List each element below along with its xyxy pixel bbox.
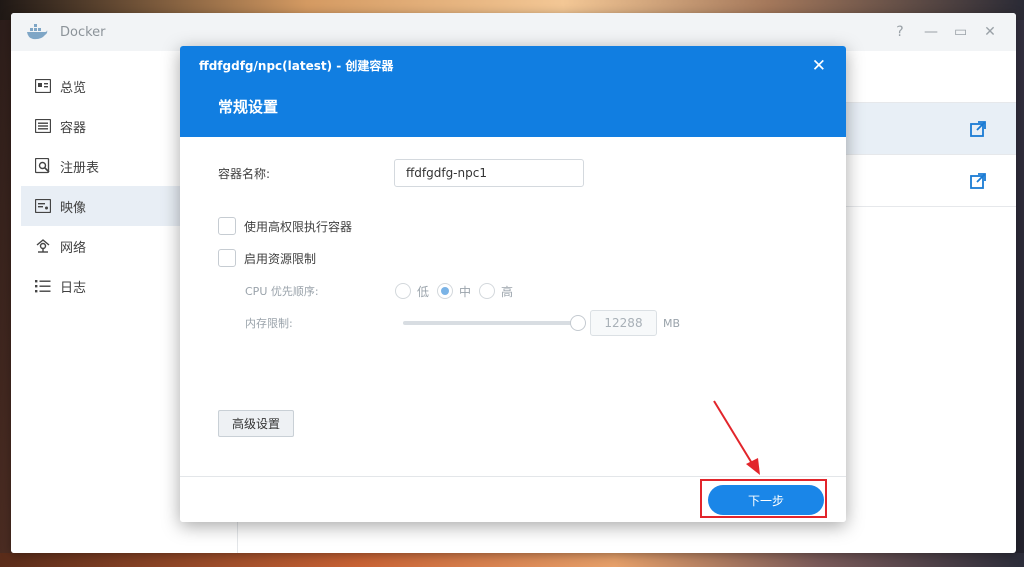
sidebar-item-label: 网络	[60, 240, 87, 256]
cpu-high-label: 高	[501, 284, 514, 299]
next-button[interactable]: 下一步	[708, 485, 824, 515]
docker-whale-icon	[27, 24, 48, 40]
external-link-icon[interactable]	[970, 121, 986, 137]
general-settings-form: 容器名称: 使用高权限执行容器 启用资源限制 CPU 优先顺序: 低 中 高 内…	[218, 159, 816, 459]
network-icon	[35, 238, 51, 254]
privileged-label: 使用高权限执行容器	[244, 219, 353, 234]
cpu-low-label: 低	[417, 284, 430, 299]
memory-limit-row: 内存限制: MB	[245, 310, 681, 336]
resource-limit-row: 启用资源限制	[218, 247, 316, 269]
dialog-title: ffdfgdfg/npc(latest) - 创建容器	[199, 59, 394, 73]
cpu-high-radio[interactable]	[479, 283, 496, 299]
cpu-medium-radio[interactable]	[437, 283, 454, 299]
window-controls: ? — ▭ ✕	[894, 24, 1016, 40]
create-container-dialog: ffdfgdfg/npc(latest) - 创建容器 ✕ 常规设置 容器名称:…	[180, 46, 846, 522]
sidebar-item-label: 容器	[60, 120, 87, 136]
cpu-priority-row: CPU 优先顺序: 低 中 高	[245, 280, 521, 302]
sidebar-item-label: 注册表	[60, 160, 100, 176]
resource-limit-label: 启用资源限制	[244, 251, 317, 266]
sidebar-item-label: 映像	[60, 200, 87, 216]
image-icon	[35, 198, 51, 214]
memory-limit-label: 内存限制:	[245, 317, 293, 330]
window-title: Docker	[60, 24, 106, 40]
container-name-input[interactable]	[394, 159, 584, 187]
registry-icon	[35, 158, 51, 174]
sidebar-item-label: 总览	[60, 80, 87, 96]
memory-slider-handle[interactable]	[570, 315, 586, 331]
dialog-footer: 下一步	[180, 476, 846, 522]
desktop-wallpaper-bottom	[0, 553, 1024, 567]
log-icon	[35, 278, 51, 294]
external-link-icon[interactable]	[970, 173, 986, 189]
container-name-label: 容器名称:	[218, 166, 271, 181]
dialog-close-icon[interactable]: ✕	[812, 56, 826, 76]
help-icon[interactable]: ?	[894, 24, 906, 40]
memory-slider[interactable]	[403, 315, 586, 331]
cpu-low-radio[interactable]	[395, 283, 411, 299]
privileged-checkbox[interactable]	[218, 217, 236, 235]
dialog-step-title: 常规设置	[218, 98, 279, 116]
privileged-row: 使用高权限执行容器	[218, 215, 352, 237]
maximize-icon[interactable]: ▭	[954, 24, 967, 40]
dialog-header: ffdfgdfg/npc(latest) - 创建容器 ✕ 常规设置	[180, 46, 846, 137]
advanced-settings-button[interactable]: 高级设置	[218, 410, 294, 437]
sidebar-item-label: 日志	[60, 280, 87, 296]
overview-icon	[35, 78, 51, 94]
memory-unit: MB	[663, 316, 681, 330]
close-icon[interactable]: ✕	[984, 24, 996, 40]
cpu-medium-label: 中	[459, 284, 472, 299]
minimize-icon[interactable]: —	[924, 24, 938, 40]
cpu-priority-label: CPU 优先顺序:	[245, 285, 319, 298]
resource-limit-checkbox[interactable]	[218, 249, 236, 267]
container-icon	[35, 118, 51, 134]
memory-input[interactable]	[590, 310, 657, 336]
container-name-row: 容器名称:	[218, 159, 816, 187]
